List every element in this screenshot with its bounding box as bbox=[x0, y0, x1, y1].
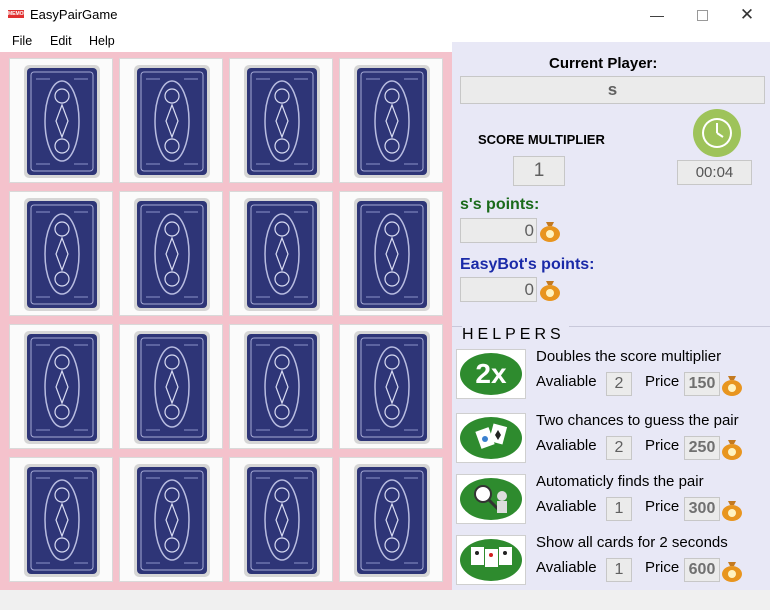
card-back-icon bbox=[24, 198, 100, 311]
helper-description: Two chances to guess the pair bbox=[536, 412, 739, 429]
money-bag-icon bbox=[540, 281, 560, 301]
card-back-icon bbox=[354, 198, 430, 311]
auto-find-magnifier-icon[interactable] bbox=[456, 474, 526, 524]
card-back-icon bbox=[354, 331, 430, 444]
helper-available-label: Avaliable bbox=[536, 559, 597, 576]
card[interactable] bbox=[229, 457, 333, 582]
two-chances-cards-icon[interactable] bbox=[456, 413, 526, 463]
score-multiplier-field: 1 bbox=[513, 156, 565, 186]
card-back-icon bbox=[354, 65, 430, 178]
card-back-icon bbox=[24, 331, 100, 444]
helper-price-field: 150 bbox=[684, 372, 720, 396]
card-back-icon bbox=[134, 65, 210, 178]
helper-available-field: 2 bbox=[606, 372, 632, 396]
bot-points-field: 0 bbox=[460, 277, 537, 302]
helper-available-field: 1 bbox=[606, 497, 632, 521]
card-back-icon bbox=[244, 331, 320, 444]
helper-row[interactable]: 2x Doubles the score multiplier Avaliable 2… bbox=[452, 346, 770, 402]
card-back-icon bbox=[244, 464, 320, 577]
card[interactable] bbox=[9, 58, 113, 183]
window-title: EasyPairGame bbox=[30, 7, 118, 22]
helper-price-label: Price bbox=[645, 559, 680, 576]
helper-price-field: 600 bbox=[684, 558, 720, 582]
helper-available-field: 2 bbox=[606, 436, 632, 460]
helper-price-field: 250 bbox=[684, 436, 720, 460]
card-back-icon bbox=[134, 198, 210, 311]
helper-row[interactable]: Show all cards for 2 seconds Avaliable 1 Pr… bbox=[452, 532, 770, 588]
card-back-icon bbox=[244, 198, 320, 311]
card[interactable] bbox=[339, 457, 443, 582]
close-button[interactable]: ✕ bbox=[724, 0, 770, 30]
money-bag-icon bbox=[722, 562, 742, 582]
2x-icon[interactable]: 2x bbox=[456, 349, 526, 399]
card-back-icon bbox=[134, 464, 210, 577]
menu-help[interactable]: Help bbox=[89, 34, 115, 48]
show-all-cards-icon[interactable] bbox=[456, 535, 526, 585]
card-back-icon bbox=[354, 464, 430, 577]
card[interactable] bbox=[119, 457, 223, 582]
menu-edit[interactable]: Edit bbox=[50, 34, 72, 48]
money-bag-icon bbox=[722, 501, 742, 521]
card-back-icon bbox=[244, 65, 320, 178]
card-back-icon bbox=[24, 65, 100, 178]
card[interactable] bbox=[339, 191, 443, 316]
helper-description: Automaticly finds the pair bbox=[536, 473, 704, 490]
maximize-icon bbox=[696, 9, 708, 21]
helper-price-label: Price bbox=[645, 373, 680, 390]
helper-available-field: 1 bbox=[606, 558, 632, 582]
card[interactable] bbox=[9, 191, 113, 316]
helper-price-field: 300 bbox=[684, 497, 720, 521]
card[interactable] bbox=[229, 58, 333, 183]
maximize-button[interactable] bbox=[679, 0, 725, 30]
card[interactable] bbox=[9, 457, 113, 582]
helper-available-label: Avaliable bbox=[536, 373, 597, 390]
card-back-icon bbox=[134, 331, 210, 444]
card[interactable] bbox=[119, 324, 223, 449]
score-multiplier-label: SCORE MULTIPLIER bbox=[478, 132, 605, 147]
current-player-label: Current Player: bbox=[549, 55, 658, 72]
card[interactable] bbox=[9, 324, 113, 449]
helper-row[interactable]: Two chances to guess the pair Avaliable 2 P… bbox=[452, 410, 770, 466]
timer-field: 00:04 bbox=[677, 160, 752, 185]
card-back-icon bbox=[24, 464, 100, 577]
helper-price-label: Price bbox=[645, 437, 680, 454]
helper-price-label: Price bbox=[645, 498, 680, 515]
helpers-title: HELPERS bbox=[462, 326, 569, 344]
helper-available-label: Avaliable bbox=[536, 437, 597, 454]
money-bag-icon bbox=[540, 222, 560, 242]
card[interactable] bbox=[229, 191, 333, 316]
card[interactable] bbox=[119, 58, 223, 183]
title-bar: MEMORY EasyPairGame — ✕ bbox=[0, 0, 770, 30]
player-points-label: s's points: bbox=[460, 196, 540, 213]
helper-available-label: Avaliable bbox=[536, 498, 597, 515]
app-icon: MEMORY bbox=[8, 10, 31, 18]
card[interactable] bbox=[229, 324, 333, 449]
money-bag-icon bbox=[722, 376, 742, 396]
money-bag-icon bbox=[722, 440, 742, 460]
side-panel: Current Player: s SCORE MULTIPLIER 1 00:… bbox=[452, 42, 770, 590]
bot-points-label: EasyBot's points: bbox=[460, 256, 595, 273]
svg-text:2x: 2x bbox=[475, 358, 507, 389]
clock-icon bbox=[693, 109, 741, 157]
card[interactable] bbox=[119, 191, 223, 316]
player-points-field: 0 bbox=[460, 218, 537, 243]
helper-description: Doubles the score multiplier bbox=[536, 348, 722, 365]
card[interactable] bbox=[339, 324, 443, 449]
menu-file[interactable]: File bbox=[12, 34, 32, 48]
helper-row[interactable]: Automaticly finds the pair Avaliable 1 Pric… bbox=[452, 471, 770, 527]
helper-description: Show all cards for 2 seconds bbox=[536, 534, 728, 551]
current-player-field: s bbox=[460, 76, 765, 104]
card[interactable] bbox=[339, 58, 443, 183]
minimize-button[interactable]: — bbox=[634, 0, 680, 30]
status-bar bbox=[0, 590, 770, 610]
card-board bbox=[0, 52, 452, 590]
